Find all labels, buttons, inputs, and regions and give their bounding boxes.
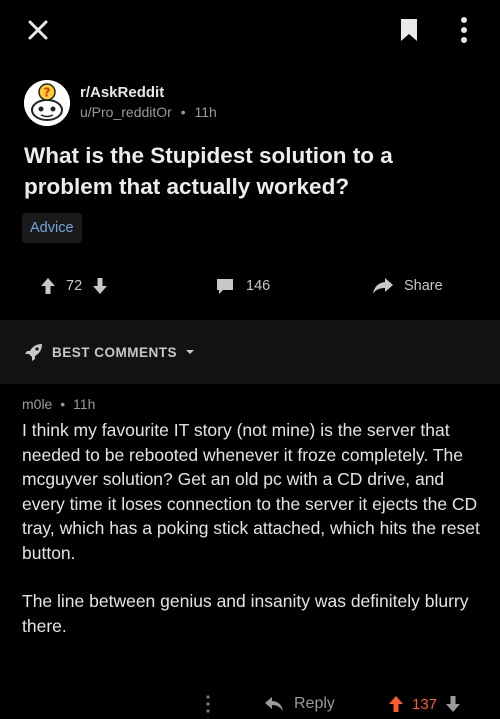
upvote-icon[interactable] (388, 695, 404, 713)
comment-count: 146 (246, 278, 271, 294)
post-meta: u/Pro_redditOr • 11h (80, 104, 217, 120)
post-action-bar: 72 146 Share (0, 262, 500, 310)
comment-author[interactable]: m0le (22, 396, 52, 412)
sort-label: BEST COMMENTS (52, 344, 178, 360)
post-flair[interactable]: Advice (22, 213, 82, 243)
meta-separator: • (180, 104, 186, 120)
comment: m0le • 11h I think my favourite IT story… (22, 396, 488, 638)
comment-body: I think my favourite IT story (not mine)… (22, 418, 488, 638)
chevron-down-icon (186, 350, 195, 354)
comment-score: 137 (412, 695, 438, 713)
subreddit-name[interactable]: r/AskReddit (80, 84, 164, 101)
post-author[interactable]: u/Pro_redditOr (80, 104, 172, 120)
subreddit-avatar[interactable]: ? (24, 80, 70, 126)
upvote-icon[interactable] (40, 277, 56, 295)
comment-age: 11h (73, 396, 96, 412)
share-icon (373, 278, 393, 294)
post-header: ? r/AskReddit u/Pro_redditOr • 11h (24, 80, 484, 128)
comment-paragraph: I think my favourite IT story (not mine)… (22, 420, 480, 563)
comment-vote-group: 137 (388, 692, 461, 716)
comment-icon (217, 279, 233, 294)
close-icon (28, 20, 48, 40)
reply-icon (265, 697, 283, 711)
comment-more-button[interactable] (200, 692, 216, 716)
close-button[interactable] (22, 14, 54, 46)
comment-meta: m0le • 11h (22, 396, 488, 412)
post-score: 72 (66, 278, 83, 294)
downvote-icon[interactable] (445, 695, 461, 713)
svg-text:?: ? (44, 86, 51, 100)
top-bar (0, 0, 500, 64)
more-vertical-icon (461, 17, 467, 43)
reply-button[interactable]: Reply (264, 692, 335, 716)
more-options-button[interactable] (452, 12, 476, 48)
post-vote-group: 72 (40, 274, 108, 298)
bookmark-button[interactable] (394, 14, 424, 46)
comment-meta-separator: • (60, 396, 66, 412)
more-vertical-icon (206, 695, 210, 713)
askreddit-logo-icon: ? (24, 80, 70, 126)
share-label: Share (404, 278, 443, 294)
bookmark-icon (401, 19, 417, 41)
reply-label: Reply (294, 695, 335, 712)
share-button[interactable]: Share (372, 274, 443, 298)
comment-paragraph: The line between genius and insanity was… (22, 591, 469, 636)
comments-button[interactable]: 146 (216, 274, 270, 298)
downvote-icon[interactable] (92, 277, 108, 295)
comment-sort-bar: BEST COMMENTS (0, 320, 500, 384)
post-title: What is the Stupidest solution to a prob… (24, 143, 393, 199)
post-age: 11h (194, 104, 217, 120)
sort-selector[interactable]: BEST COMMENTS (24, 341, 195, 363)
comment-action-bar: Reply 137 (0, 688, 500, 719)
rocket-icon (25, 344, 42, 361)
